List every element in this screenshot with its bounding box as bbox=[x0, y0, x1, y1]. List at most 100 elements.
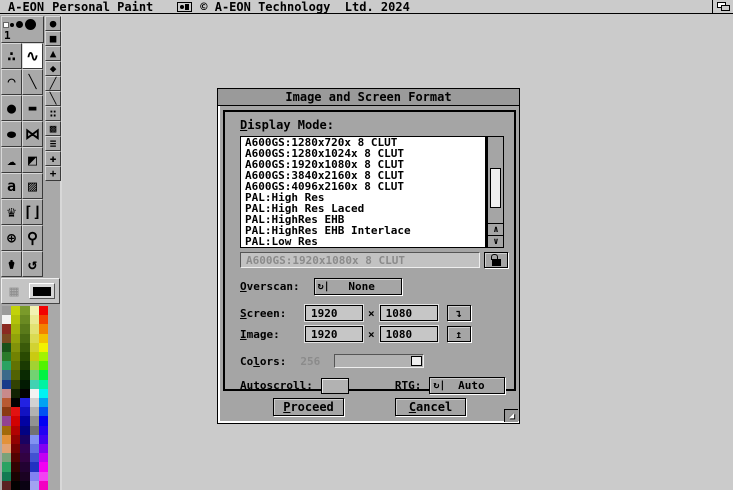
palette-swatch[interactable] bbox=[20, 481, 29, 490]
palette-swatch[interactable] bbox=[2, 324, 11, 333]
triangle-brush-button[interactable]: ▲ bbox=[45, 46, 61, 61]
palette-swatch[interactable] bbox=[2, 462, 11, 471]
palette-swatch[interactable] bbox=[11, 352, 20, 361]
palette-swatch[interactable] bbox=[30, 444, 39, 453]
sparse-dots-brush-button[interactable]: ∷ bbox=[45, 106, 61, 121]
palette-swatch[interactable] bbox=[30, 416, 39, 425]
palette-swatch[interactable] bbox=[30, 435, 39, 444]
fill-tool[interactable]: ◩ bbox=[22, 147, 43, 173]
palette-swatch[interactable] bbox=[11, 416, 20, 425]
palette-swatch[interactable] bbox=[11, 361, 20, 370]
lines-brush-button[interactable]: ≡ bbox=[45, 136, 61, 151]
image-height-input[interactable] bbox=[380, 326, 438, 342]
palette-swatch[interactable] bbox=[2, 370, 11, 379]
palette-swatch[interactable] bbox=[2, 389, 11, 398]
palette-swatch[interactable] bbox=[39, 315, 48, 324]
palette-swatch[interactable] bbox=[30, 398, 39, 407]
screen-height-input[interactable] bbox=[380, 305, 438, 321]
palette-swatch[interactable] bbox=[20, 352, 29, 361]
palette-swatch[interactable] bbox=[39, 398, 48, 407]
copy-screen-to-image-button[interactable]: ↴ bbox=[447, 305, 471, 321]
palette-swatch[interactable] bbox=[2, 472, 11, 481]
palette-swatch[interactable] bbox=[11, 380, 20, 389]
palette-swatch[interactable] bbox=[30, 361, 39, 370]
palette-swatch[interactable] bbox=[20, 361, 29, 370]
palette-swatch[interactable] bbox=[30, 343, 39, 352]
list-scrollbar[interactable]: ∧ ∨ bbox=[486, 136, 504, 248]
screen-depth-gadget-icon[interactable] bbox=[712, 0, 733, 13]
scrollbar-thumb[interactable] bbox=[490, 168, 501, 208]
symmetry-tool[interactable]: ♛ bbox=[1, 199, 22, 225]
dialog-title[interactable]: Image and Screen Format bbox=[218, 89, 519, 106]
palette-swatch[interactable] bbox=[39, 380, 48, 389]
palette-swatch[interactable] bbox=[11, 315, 20, 324]
palette-swatch[interactable] bbox=[11, 324, 20, 333]
overscan-cycle-button[interactable]: ↻| None bbox=[314, 278, 402, 295]
palette-swatch[interactable] bbox=[39, 361, 48, 370]
circle-tool[interactable]: ● bbox=[1, 95, 22, 121]
palette-swatch[interactable] bbox=[30, 352, 39, 361]
thin-diagonal-brush-button[interactable]: ╲ bbox=[45, 91, 61, 106]
palette-swatch[interactable] bbox=[20, 444, 29, 453]
palette-swatch[interactable] bbox=[39, 407, 48, 416]
palette-swatch[interactable] bbox=[30, 380, 39, 389]
lock-mode-button[interactable] bbox=[484, 252, 508, 268]
rtg-cycle-button[interactable]: ↻| Auto bbox=[429, 377, 505, 394]
slider-knob[interactable] bbox=[411, 356, 422, 366]
zoom-in-tool[interactable]: ⊕ bbox=[1, 225, 22, 251]
palette-swatch[interactable] bbox=[39, 462, 48, 471]
palette-swatch[interactable] bbox=[11, 334, 20, 343]
current-mode-field[interactable] bbox=[240, 252, 480, 268]
palette-swatch[interactable] bbox=[2, 453, 11, 462]
dialog-resize-gadget[interactable]: ◢ bbox=[504, 409, 518, 422]
palette-swatch[interactable] bbox=[39, 389, 48, 398]
palette-swatch[interactable] bbox=[2, 398, 11, 407]
palette-swatch[interactable] bbox=[39, 426, 48, 435]
palette-swatch[interactable] bbox=[2, 380, 11, 389]
palette-swatch[interactable] bbox=[39, 352, 48, 361]
palette-swatch[interactable] bbox=[30, 407, 39, 416]
thin-cross-brush-button[interactable]: + bbox=[45, 166, 61, 181]
palette-swatch[interactable] bbox=[20, 407, 29, 416]
palette-swatch[interactable] bbox=[39, 416, 48, 425]
brush-size-selector[interactable]: 1 bbox=[1, 16, 44, 43]
palette-swatch[interactable] bbox=[11, 426, 20, 435]
palette-swatch[interactable] bbox=[30, 334, 39, 343]
scroll-down-button[interactable]: ∨ bbox=[488, 235, 504, 247]
palette-swatch[interactable] bbox=[20, 453, 29, 462]
palette-swatch[interactable] bbox=[2, 444, 11, 453]
palette-swatch[interactable] bbox=[11, 370, 20, 379]
text-tool[interactable]: a bbox=[1, 173, 22, 199]
copy-image-to-screen-button[interactable]: ↥ bbox=[447, 326, 471, 342]
palette-swatch[interactable] bbox=[11, 472, 20, 481]
palette-swatch[interactable] bbox=[11, 407, 20, 416]
palette-swatch[interactable] bbox=[20, 435, 29, 444]
palette-swatch[interactable] bbox=[39, 334, 48, 343]
image-width-input[interactable] bbox=[305, 326, 363, 342]
palette-swatch[interactable] bbox=[20, 472, 29, 481]
palette-swatch[interactable] bbox=[30, 389, 39, 398]
palette-swatch[interactable] bbox=[20, 324, 29, 333]
palette-swatch[interactable] bbox=[20, 370, 29, 379]
palette-swatch[interactable] bbox=[39, 435, 48, 444]
palette-swatch[interactable] bbox=[2, 334, 11, 343]
palette-swatch[interactable] bbox=[39, 481, 48, 490]
palette-swatch[interactable] bbox=[11, 444, 20, 453]
undo-tool[interactable]: ↺ bbox=[22, 251, 43, 277]
magnify-tool[interactable]: ⚲ bbox=[22, 225, 43, 251]
proceed-button[interactable]: Proceed bbox=[273, 398, 344, 416]
palette-swatch[interactable] bbox=[20, 315, 29, 324]
airbrush-tool[interactable]: ☁ bbox=[1, 147, 22, 173]
palette-swatch[interactable] bbox=[20, 334, 29, 343]
freehand-tool[interactable]: ∿ bbox=[22, 43, 43, 69]
palette-swatch[interactable] bbox=[20, 306, 29, 315]
palette-swatch[interactable] bbox=[39, 370, 48, 379]
palette-swatch[interactable] bbox=[2, 416, 11, 425]
palette-swatch[interactable] bbox=[30, 481, 39, 490]
palette-swatch[interactable] bbox=[11, 389, 20, 398]
palette-swatch[interactable] bbox=[11, 462, 20, 471]
colors-slider[interactable] bbox=[334, 354, 424, 368]
palette-swatch[interactable] bbox=[2, 352, 11, 361]
grid-snap-icon[interactable]: ▦ bbox=[2, 282, 26, 300]
dotted-freehand-tool[interactable]: ∴ bbox=[1, 43, 22, 69]
